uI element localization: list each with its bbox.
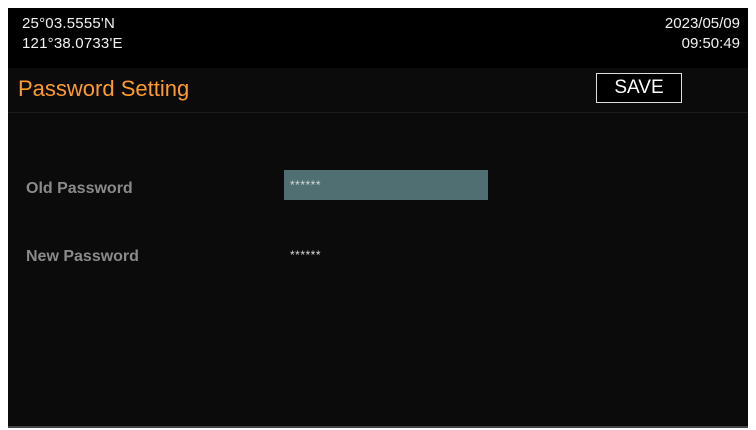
title-row: Password Setting SAVE	[8, 68, 748, 113]
new-password-field[interactable]: ******	[284, 240, 488, 270]
time-readout: 09:50:49	[681, 35, 740, 52]
old-password-field[interactable]: ******	[284, 170, 488, 200]
save-button[interactable]: SAVE	[596, 73, 682, 103]
device-screen: 25°03.5555'N 121°38.0733'E 2023/05/09 09…	[8, 8, 748, 428]
date-readout: 2023/05/09	[664, 15, 740, 32]
status-bar: 25°03.5555'N 121°38.0733'E 2023/05/09 09…	[8, 8, 748, 68]
longitude-readout: 121°38.0733'E	[22, 35, 123, 52]
new-password-label: New Password	[26, 248, 139, 265]
latitude-readout: 25°03.5555'N	[22, 15, 116, 32]
old-password-label: Old Password	[26, 180, 133, 197]
page-title: Password Setting	[18, 76, 190, 101]
